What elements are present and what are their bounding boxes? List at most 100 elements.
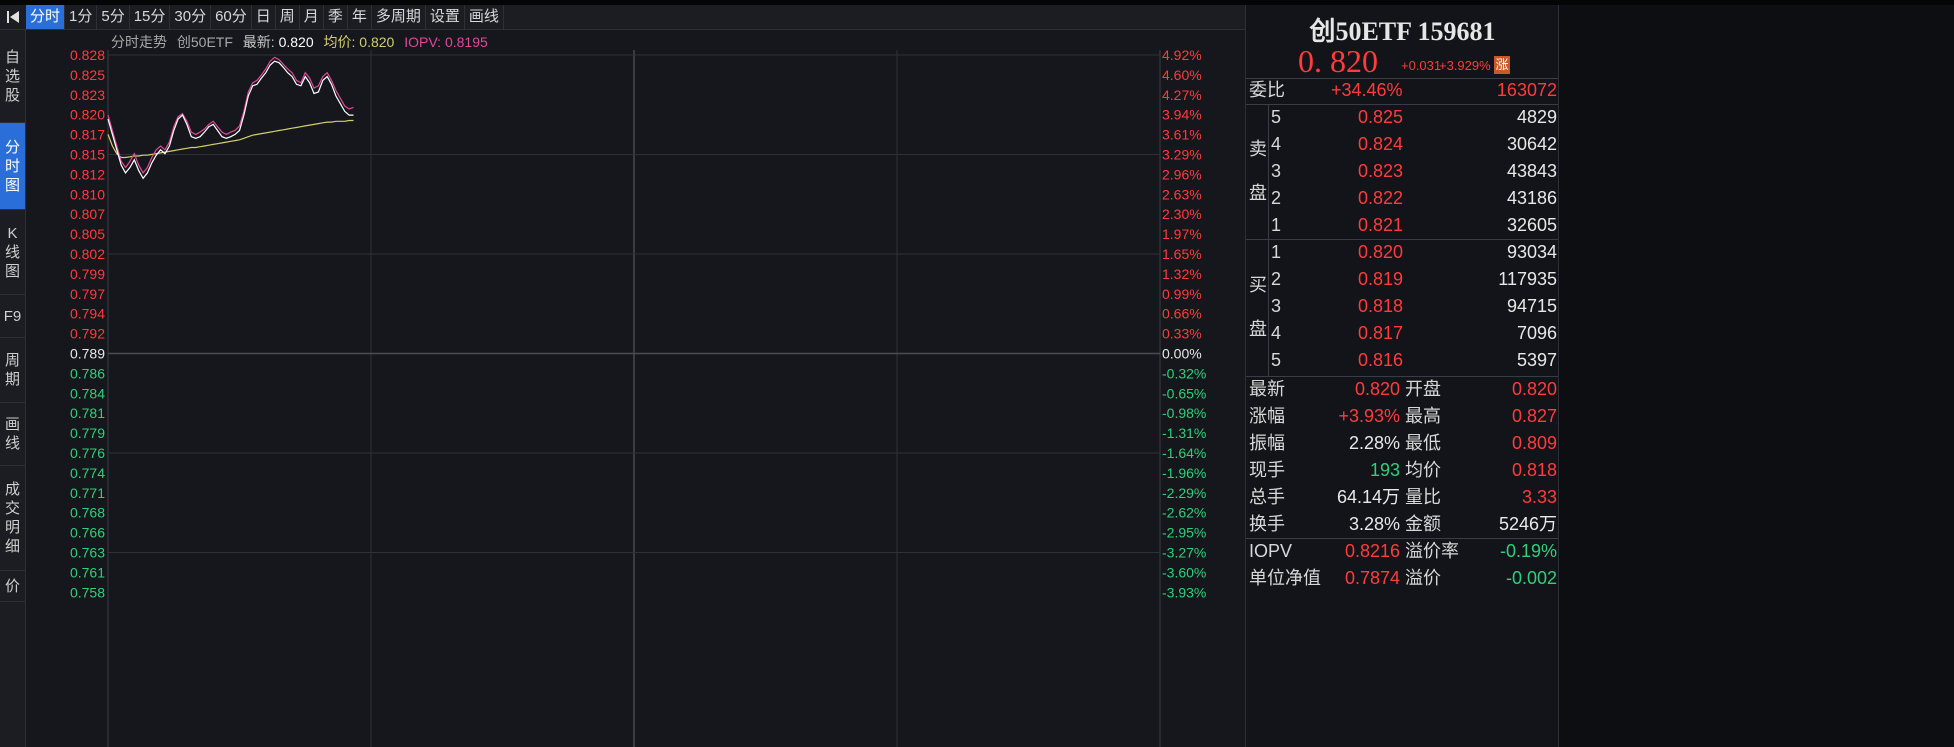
stat-value: -0.19%	[1499, 541, 1557, 561]
chart-security-name: 创50ETF	[176, 34, 233, 50]
percent-tick-label: 1.65%	[1162, 246, 1202, 262]
period-tab-3[interactable]: 15分	[130, 5, 171, 29]
level-price: 0.825	[1358, 107, 1404, 127]
price-tick-label: 0.794	[70, 306, 105, 322]
stat-value: -0.002	[1505, 568, 1557, 588]
stat-label: 涨幅	[1249, 406, 1285, 426]
period-tab-2[interactable]: 5分	[97, 5, 130, 29]
level-price: 0.821	[1358, 215, 1404, 235]
percent-tick-label: 0.66%	[1162, 306, 1202, 322]
period-tab-1[interactable]: 1分	[65, 5, 98, 29]
side-tab-7[interactable]: 价	[0, 571, 25, 602]
skip-start-icon[interactable]	[3, 9, 23, 29]
stat-row: IOPV 0.8216 溢价率 -0.19%	[1246, 538, 1559, 565]
price-tick-label: 0.789	[70, 346, 105, 362]
intraday-chart[interactable]: 0.828 4.92% 0.825 4.60% 0.823 4.27% 0.820 3.94%…	[26, 30, 1244, 747]
level-number: 4	[1271, 134, 1282, 154]
stat-value: 0.820	[1511, 379, 1557, 399]
price-tick-label: 0.776	[70, 445, 105, 461]
price-tick-label: 0.802	[70, 246, 105, 262]
period-tab-4[interactable]: 30分	[170, 5, 212, 29]
percent-tick-label: 1.97%	[1162, 226, 1202, 242]
stat-value: 2.28%	[1348, 433, 1400, 453]
buy-level-row: 5 0.816 5397	[1246, 347, 1559, 374]
stat-label: 单位净值	[1249, 568, 1321, 588]
sell-level-row: 1 0.821 32605	[1246, 212, 1559, 239]
level-price: 0.822	[1358, 188, 1404, 208]
stat-value: 193	[1369, 460, 1400, 480]
sell-level-row: 4 0.824 30642	[1246, 131, 1559, 158]
period-tab-13[interactable]: 画线	[465, 5, 504, 29]
stat-label: 最高	[1405, 406, 1441, 426]
buy-level-row: 2 0.819 117935	[1246, 266, 1559, 293]
chart-title: 分时走势	[111, 34, 167, 50]
order-ratio-label: 委比	[1249, 80, 1285, 100]
price-tick-label: 0.786	[70, 365, 105, 381]
side-tab-3[interactable]: F9	[0, 295, 25, 338]
level-number: 5	[1271, 107, 1282, 127]
level-number: 3	[1271, 296, 1282, 316]
period-tab-8[interactable]: 月	[300, 5, 324, 29]
side-tab-5[interactable]: 画线	[0, 403, 25, 466]
period-tab-7[interactable]: 周	[276, 5, 300, 29]
level-price: 0.819	[1358, 269, 1404, 289]
period-tab-0[interactable]: 分时	[26, 5, 66, 29]
order-ratio-value: +34.46%	[1331, 80, 1403, 100]
level-volume: 4829	[1516, 107, 1557, 127]
percent-tick-label: -2.29%	[1162, 485, 1206, 501]
period-tab-12[interactable]: 设置	[426, 5, 465, 29]
stat-row: 现手 193 均价 0.818	[1246, 457, 1559, 484]
percent-tick-label: 4.60%	[1162, 67, 1202, 83]
stat-value: 3.28%	[1348, 514, 1400, 534]
period-tab-10[interactable]: 年	[348, 5, 372, 29]
price-tick-label: 0.820	[70, 107, 105, 123]
average-label: 均价: 0.820	[323, 34, 395, 50]
percent-tick-label: -1.64%	[1162, 445, 1206, 461]
level-volume: 32605	[1506, 215, 1557, 235]
level-price: 0.824	[1358, 134, 1404, 154]
buy-level-row: 4 0.817 7096	[1246, 320, 1559, 347]
sell-level-row: 2 0.822 43186	[1246, 185, 1559, 212]
side-tab-0[interactable]: 自选股	[0, 30, 25, 123]
level-volume: 43186	[1506, 188, 1557, 208]
side-tab-2[interactable]: K线图	[0, 210, 25, 295]
price-tick-label: 0.758	[70, 584, 105, 600]
percent-tick-label: -3.93%	[1162, 584, 1206, 600]
order-ratio-row: 委比 +34.46% 163072	[1246, 77, 1559, 104]
side-tab-4[interactable]: 周期	[0, 338, 25, 403]
latest-value: 0.820	[278, 34, 314, 50]
period-tab-6[interactable]: 日	[252, 5, 276, 29]
period-tab-9[interactable]: 季	[324, 5, 348, 29]
rise-badge: 涨	[1494, 56, 1510, 74]
side-tab-1[interactable]: 分时图	[0, 123, 25, 210]
price-tick-label: 0.761	[70, 564, 105, 580]
percent-tick-label: 3.94%	[1162, 107, 1202, 123]
stat-row: 总手 64.14万 量比 3.33	[1246, 484, 1559, 511]
intraday-chart-svg[interactable]: 0.828 4.92% 0.825 4.60% 0.823 4.27% 0.820 3.94%…	[26, 30, 1244, 747]
sell-level-row: 3 0.823 43843	[1246, 158, 1559, 185]
stat-value: 0.8216	[1344, 541, 1400, 561]
level-number: 4	[1271, 323, 1282, 343]
stat-value: 5246万	[1498, 514, 1557, 534]
percent-tick-label: 4.27%	[1162, 87, 1202, 103]
side-tab-6[interactable]: 成交明细	[0, 466, 25, 571]
stat-value: 64.14万	[1336, 487, 1400, 507]
stat-value: 0.818	[1511, 460, 1557, 480]
buy-level-row: 1 0.820 93034	[1246, 239, 1559, 266]
price-tick-label: 0.792	[70, 326, 105, 342]
level-volume: 7096	[1516, 323, 1557, 343]
average-value: 0.820	[359, 34, 395, 50]
level-volume: 94715	[1506, 296, 1557, 316]
order-ratio-volume: 163072	[1496, 80, 1557, 100]
period-tab-5[interactable]: 60分	[211, 5, 252, 29]
last-price: 0. 820	[1298, 43, 1378, 79]
quote-panel: 创50ETF 159681 0. 820 +0.031 +3.929% 涨 委比…	[1245, 5, 1559, 747]
level-volume: 117935	[1498, 269, 1557, 289]
right-side-strip	[1558, 5, 1954, 747]
stat-value: 0.7874	[1344, 568, 1400, 588]
period-tab-11[interactable]: 多周期	[372, 5, 426, 29]
stat-label: 总手	[1249, 487, 1285, 507]
price-tick-label: 0.779	[70, 425, 105, 441]
panel-divider	[1246, 538, 1559, 539]
price-tick-label: 0.784	[70, 385, 105, 401]
